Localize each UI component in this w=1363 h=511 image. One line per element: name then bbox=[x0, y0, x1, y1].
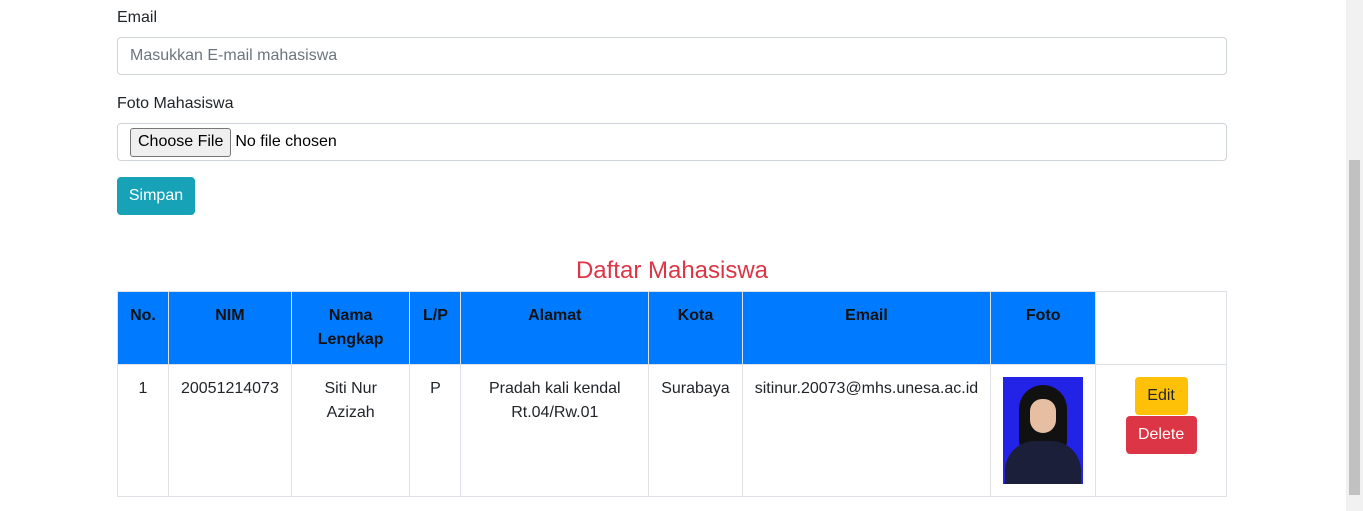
col-lp: L/P bbox=[409, 291, 462, 365]
table-header-row: No. NIM Nama Lengkap L/P Alamat Kota Ema… bbox=[117, 291, 1227, 365]
choose-file-button[interactable]: Choose File bbox=[130, 127, 232, 157]
cell-foto bbox=[990, 364, 1097, 497]
cell-actions: Edit Delete bbox=[1095, 364, 1227, 497]
col-nim: NIM bbox=[167, 291, 292, 365]
student-table: No. NIM Nama Lengkap L/P Alamat Kota Ema… bbox=[117, 291, 1227, 497]
cell-email: sitinur.20073@mhs.unesa.ac.id bbox=[741, 364, 992, 497]
edit-button[interactable]: Edit bbox=[1134, 377, 1188, 415]
col-kota: Kota bbox=[648, 291, 743, 365]
col-actions bbox=[1095, 291, 1227, 365]
cell-kota: Surabaya bbox=[648, 364, 743, 497]
cell-no: 1 bbox=[117, 364, 169, 497]
email-input[interactable] bbox=[117, 37, 1227, 75]
foto-label: Foto Mahasiswa bbox=[117, 95, 234, 112]
col-alamat: Alamat bbox=[460, 291, 650, 365]
save-button[interactable]: Simpan bbox=[117, 177, 195, 215]
cell-alamat: Pradah kali kendal Rt.04/Rw.01 bbox=[460, 364, 650, 497]
photo-face bbox=[1030, 399, 1057, 433]
file-status: No file chosen bbox=[235, 133, 337, 150]
student-photo bbox=[1003, 377, 1084, 484]
col-no: No. bbox=[117, 291, 169, 365]
cell-lp: P bbox=[409, 364, 462, 497]
vertical-scrollbar[interactable] bbox=[1346, 0, 1363, 511]
cell-nim: 20051214073 bbox=[167, 364, 292, 497]
scrollbar-thumb[interactable] bbox=[1349, 160, 1360, 495]
col-foto: Foto bbox=[990, 291, 1097, 365]
email-label: Email bbox=[117, 9, 158, 26]
table-row: 1 20051214073 Siti Nur Azizah P Pradah k… bbox=[117, 364, 1227, 497]
cell-nama: Siti Nur Azizah bbox=[290, 364, 411, 497]
row-actions: Edit Delete bbox=[1108, 377, 1214, 454]
col-nama: Nama Lengkap bbox=[290, 291, 411, 365]
foto-file-input[interactable]: Choose File No file chosen bbox=[117, 123, 1227, 161]
col-email: Email bbox=[741, 291, 992, 365]
page-title: Daftar Mahasiswa bbox=[575, 257, 769, 284]
photo-body bbox=[1005, 441, 1082, 484]
delete-button[interactable]: Delete bbox=[1125, 416, 1197, 454]
